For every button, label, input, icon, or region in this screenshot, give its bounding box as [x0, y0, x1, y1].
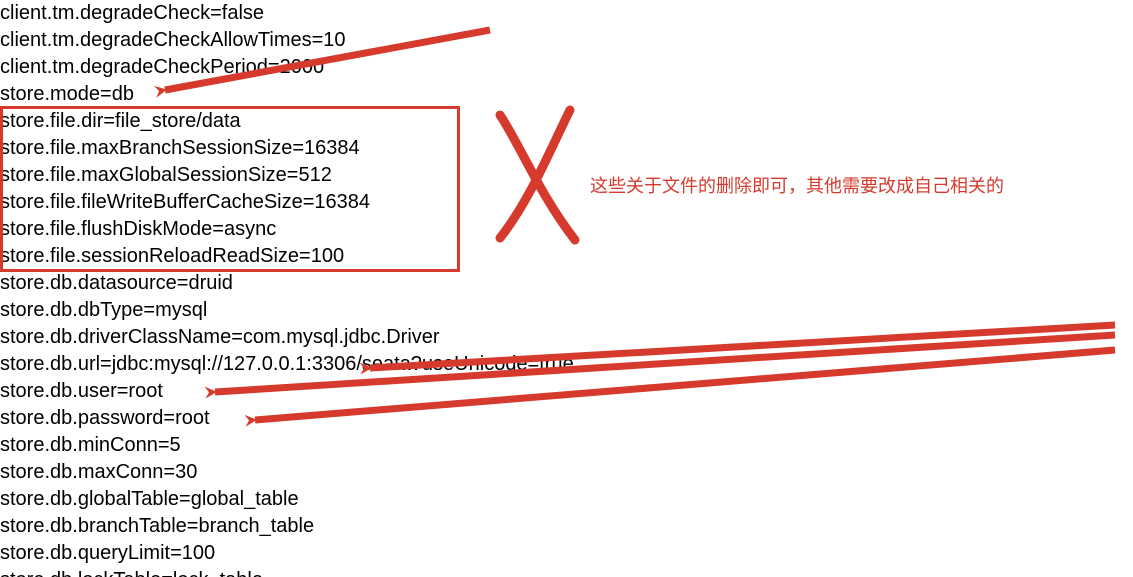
config-line: store.db.globalTable=global_table: [0, 486, 1133, 513]
config-line: store.db.driverClassName=com.mysql.jdbc.…: [0, 324, 1133, 351]
config-line: store.file.flushDiskMode=async: [0, 216, 1133, 243]
config-line: store.db.maxConn=30: [0, 459, 1133, 486]
config-line: store.file.maxBranchSessionSize=16384: [0, 135, 1133, 162]
config-line: client.tm.degradeCheckPeriod=2000: [0, 54, 1133, 81]
config-line: store.db.url=jdbc:mysql://127.0.0.1:3306…: [0, 351, 1133, 378]
config-line: store.db.lockTable=lock_table: [0, 567, 1133, 577]
config-line: store.db.datasource=druid: [0, 270, 1133, 297]
config-line: store.db.password=root: [0, 405, 1133, 432]
config-line: client.tm.degradeCheck=false: [0, 0, 1133, 27]
config-line: store.file.dir=file_store/data: [0, 108, 1133, 135]
config-line: store.file.sessionReloadReadSize=100: [0, 243, 1133, 270]
config-line: store.db.queryLimit=100: [0, 540, 1133, 567]
config-line: store.mode=db: [0, 81, 1133, 108]
config-line: store.db.dbType=mysql: [0, 297, 1133, 324]
config-line: client.tm.degradeCheckAllowTimes=10: [0, 27, 1133, 54]
config-line: store.db.branchTable=branch_table: [0, 513, 1133, 540]
annotation-text: 这些关于文件的删除即可，其他需要改成自己相关的: [590, 173, 1004, 200]
config-line: store.db.minConn=5: [0, 432, 1133, 459]
config-line: store.db.user=root: [0, 378, 1133, 405]
config-text-block: client.tm.degradeCheck=false client.tm.d…: [0, 0, 1133, 577]
